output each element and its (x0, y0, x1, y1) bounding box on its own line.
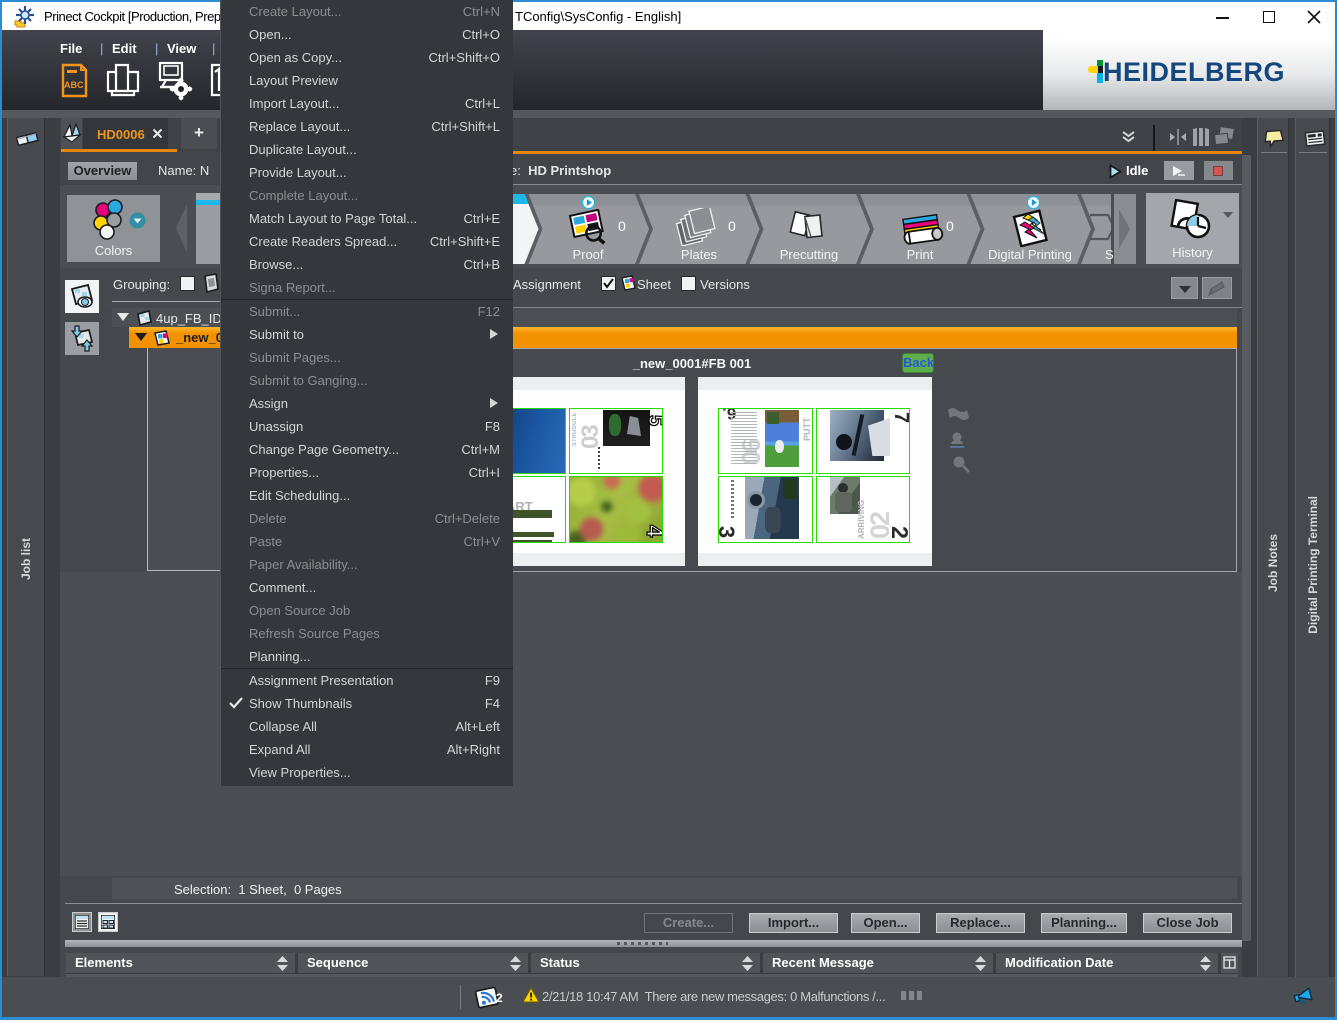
svg-text:ABC: ABC (64, 80, 84, 90)
